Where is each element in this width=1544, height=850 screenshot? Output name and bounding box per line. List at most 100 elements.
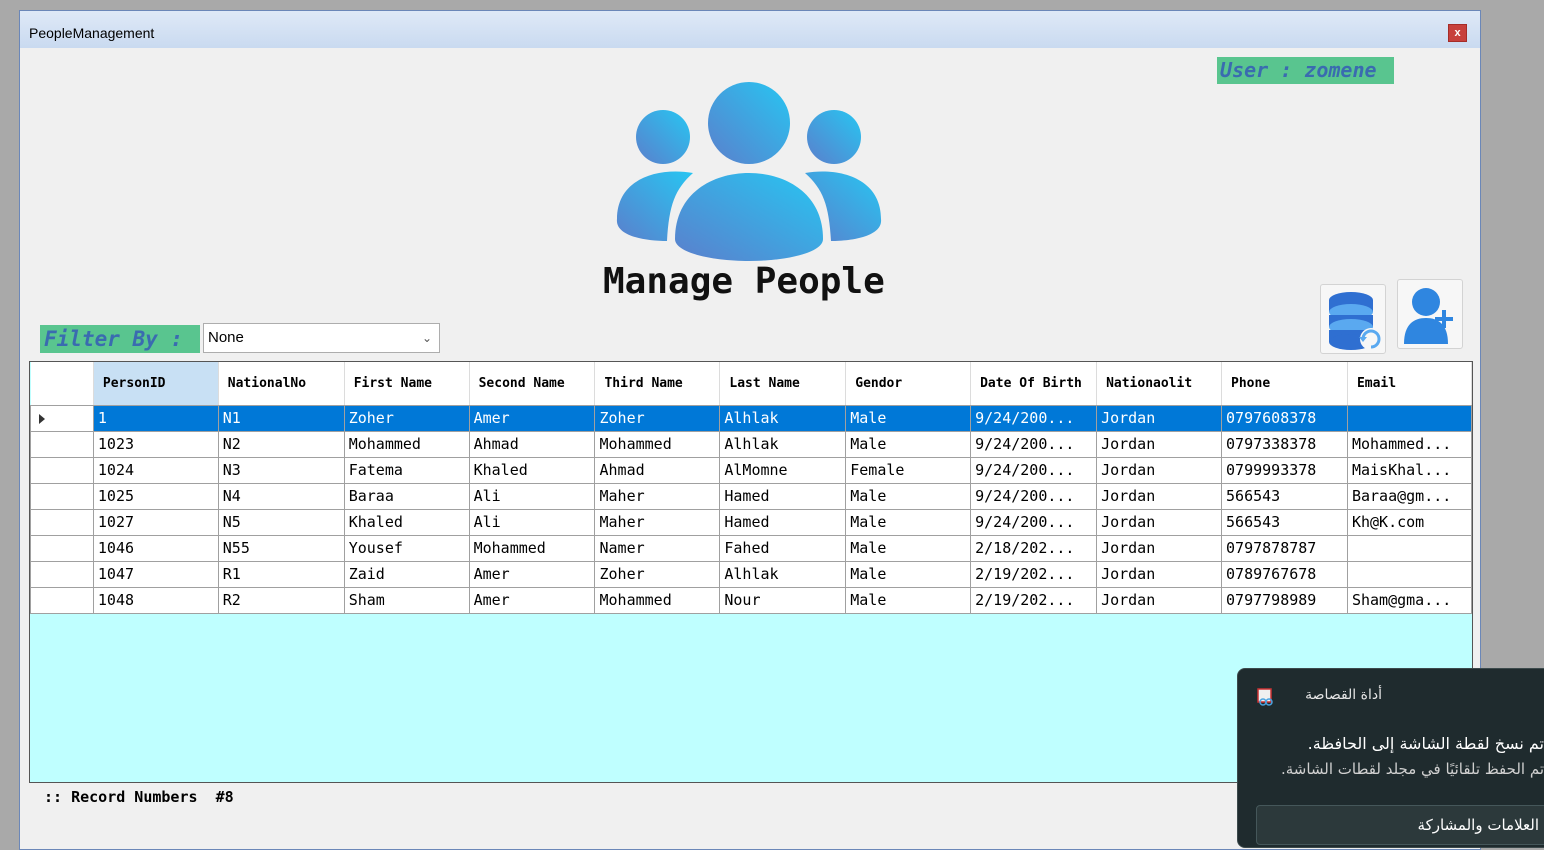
table-cell[interactable]: 1025 <box>92 482 219 510</box>
table-cell[interactable]: Namer <box>594 534 721 562</box>
table-cell[interactable]: 2/19/202... <box>970 560 1098 588</box>
table-cell[interactable]: N3 <box>217 456 345 484</box>
table-cell[interactable]: 0797338378 <box>1221 430 1348 458</box>
table-cell[interactable]: Khaled <box>468 456 596 484</box>
table-cell[interactable]: Amer <box>468 560 596 588</box>
table-cell[interactable]: 0797878787 <box>1221 534 1348 562</box>
table-cell[interactable]: Mohammed... <box>1346 430 1472 458</box>
table-cell[interactable]: N55 <box>217 534 345 562</box>
table-cell[interactable]: Ali <box>468 508 596 536</box>
table-cell[interactable]: 0797608378 <box>1221 404 1348 432</box>
table-cell[interactable]: Fatema <box>343 456 470 484</box>
table-cell[interactable]: 1048 <box>92 586 219 614</box>
add-person-button[interactable] <box>1397 279 1463 349</box>
title-bar[interactable]: PeopleManagement x <box>20 11 1480 48</box>
table-cell[interactable]: Jordan <box>1096 404 1223 432</box>
table-cell[interactable]: R2 <box>217 586 345 614</box>
snipping-tool-notification[interactable]: أداة القصاصة تم نسخ لقطة الشاشة إلى الحا… <box>1237 668 1544 848</box>
table-cell[interactable]: 2/19/202... <box>970 586 1098 614</box>
table-cell[interactable]: 0789767678 <box>1221 560 1348 588</box>
table-cell[interactable]: Male <box>845 586 972 614</box>
column-header[interactable]: First Name <box>344 362 470 406</box>
table-row[interactable]: 1023 N2 Mohammed Ahmad Mohammed Alhlak Male 9/2… <box>30 430 1472 458</box>
table-cell[interactable]: 1027 <box>92 508 219 536</box>
table-cell[interactable]: Alhlak <box>719 404 847 432</box>
table-cell[interactable]: Sham <box>343 586 470 614</box>
table-cell[interactable]: 0799993378 <box>1221 456 1348 484</box>
table-cell[interactable]: 9/24/200... <box>970 430 1098 458</box>
table-cell[interactable]: Male <box>845 508 972 536</box>
table-cell[interactable]: Jordan <box>1096 560 1223 588</box>
column-header[interactable]: NationalNo <box>218 362 345 406</box>
table-cell[interactable]: Jordan <box>1096 430 1223 458</box>
table-cell[interactable]: Male <box>845 560 972 588</box>
table-cell[interactable]: R1 <box>217 560 345 588</box>
row-header[interactable] <box>30 560 94 588</box>
table-cell[interactable]: Hamed <box>719 482 847 510</box>
row-header[interactable] <box>30 586 94 614</box>
table-cell[interactable]: Zaid <box>343 560 470 588</box>
column-header[interactable]: Nationaolit <box>1096 362 1223 406</box>
table-cell[interactable]: Kh@K.com <box>1346 508 1472 536</box>
table-cell[interactable]: Alhlak <box>719 430 847 458</box>
column-header[interactable]: Date Of Birth <box>970 362 1098 406</box>
table-cell[interactable]: Amer <box>468 404 596 432</box>
table-cell[interactable]: Sham@gma... <box>1346 586 1472 614</box>
table-cell[interactable]: Male <box>845 534 972 562</box>
table-cell[interactable]: Maher <box>594 482 721 510</box>
table-cell[interactable]: Mohammed <box>343 430 470 458</box>
row-header[interactable] <box>30 404 94 432</box>
refresh-button[interactable] <box>1320 284 1386 354</box>
table-cell[interactable]: Zoher <box>594 404 721 432</box>
table-cell[interactable]: 566543 <box>1221 508 1348 536</box>
table-cell[interactable]: 2/18/202... <box>970 534 1098 562</box>
row-header[interactable] <box>30 430 94 458</box>
table-cell[interactable]: 1046 <box>92 534 219 562</box>
table-cell[interactable]: MaisKhal... <box>1346 456 1472 484</box>
table-cell[interactable]: N4 <box>217 482 345 510</box>
table-cell[interactable]: Baraa@gm... <box>1346 482 1472 510</box>
table-cell[interactable]: Amer <box>468 586 596 614</box>
column-header[interactable]: Second Name <box>469 362 596 406</box>
table-cell[interactable]: Male <box>845 430 972 458</box>
table-cell[interactable]: 1023 <box>92 430 219 458</box>
table-cell[interactable]: N1 <box>217 404 345 432</box>
table-cell[interactable]: Jordan <box>1096 508 1223 536</box>
table-cell[interactable]: AlMomne <box>719 456 847 484</box>
column-header[interactable]: Last Name <box>719 362 847 406</box>
table-cell[interactable]: Yousef <box>343 534 470 562</box>
table-row[interactable]: 1025 N4 Baraa Ali Maher Hamed Male 9/24/200... J… <box>30 482 1472 510</box>
table-cell[interactable]: 1024 <box>92 456 219 484</box>
markup-share-button[interactable]: العلامات والمشاركة <box>1256 805 1544 845</box>
table-row[interactable]: 1046 N55 Yousef Mohammed Namer Fahed Male 2/18/… <box>30 534 1472 562</box>
table-cell[interactable]: Female <box>845 456 972 484</box>
table-cell[interactable]: 1 <box>92 404 219 432</box>
table-cell[interactable]: Jordan <box>1096 586 1223 614</box>
table-cell[interactable] <box>1346 404 1472 432</box>
table-cell[interactable]: Ahmad <box>468 430 596 458</box>
table-cell[interactable]: Mohammed <box>594 586 721 614</box>
close-button[interactable]: x <box>1448 24 1467 42</box>
table-cell[interactable]: Zoher <box>343 404 470 432</box>
row-header[interactable] <box>30 456 94 484</box>
column-header[interactable]: Email <box>1347 362 1472 406</box>
table-row[interactable]: 1024 N3 Fatema Khaled Ahmad AlMomne Female 9/24… <box>30 456 1472 484</box>
table-cell[interactable]: Jordan <box>1096 534 1223 562</box>
table-cell[interactable]: Mohammed <box>594 430 721 458</box>
table-row[interactable]: 1 N1 Zoher Amer Zoher Alhlak Male 9/24/200... Jo… <box>30 404 1472 432</box>
table-row[interactable]: 1027 N5 Khaled Ali Maher Hamed Male 9/24/200...… <box>30 508 1472 536</box>
table-cell[interactable]: Jordan <box>1096 482 1223 510</box>
table-cell[interactable]: 0797798989 <box>1221 586 1348 614</box>
column-header[interactable]: Gendor <box>845 362 972 406</box>
table-cell[interactable]: Ali <box>468 482 596 510</box>
table-cell[interactable] <box>1346 534 1472 562</box>
table-cell[interactable]: Mohammed <box>468 534 596 562</box>
table-cell[interactable]: N5 <box>217 508 345 536</box>
table-cell[interactable]: 9/24/200... <box>970 456 1098 484</box>
table-cell[interactable]: 9/24/200... <box>970 482 1098 510</box>
row-header[interactable] <box>30 482 94 510</box>
column-header[interactable]: Phone <box>1221 362 1348 406</box>
table-cell[interactable]: Nour <box>719 586 847 614</box>
row-header[interactable] <box>30 534 94 562</box>
table-cell[interactable]: Jordan <box>1096 456 1223 484</box>
